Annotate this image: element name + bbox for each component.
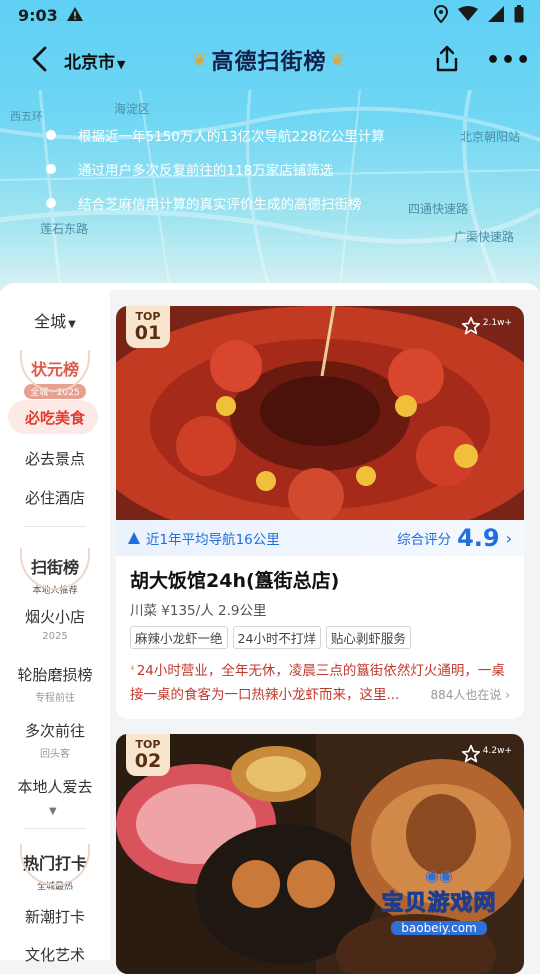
wifi-icon — [458, 6, 478, 21]
back-arrow-icon[interactable] — [26, 44, 56, 74]
expand-caret-icon[interactable]: ▼ — [49, 806, 57, 817]
favorite-button[interactable]: 4.2w+ — [461, 744, 512, 764]
ranking-description-list: 根据近一年5150万人的13亿次导航228亿公里计算 通过用户多次反复前往的11… — [46, 118, 385, 220]
status-bar: 9:03 — [0, 0, 540, 34]
laurel-left-icon: ❦ — [192, 49, 208, 71]
caret-down-icon: ▼ — [117, 58, 126, 71]
navigation-arrow-icon — [128, 532, 140, 544]
section-badge-zhuangyuan: 状元榜 全城 · 2025 — [14, 350, 96, 399]
sidebar-item-trendy[interactable]: 新潮打卡 — [0, 906, 110, 927]
rank-badge: TOP 01 — [126, 306, 170, 348]
map-label: 西五环 — [10, 110, 43, 123]
ranking-list: TOP 01 2.1w+ 近1年平均导航16公里 综合评分 4.9 › 胡大饭馆24… — [110, 290, 540, 974]
status-time: 9:03 — [18, 6, 58, 25]
city-label: 北京市 — [64, 53, 115, 73]
metric-row: 近1年平均导航16公里 综合评分 4.9 › — [116, 520, 524, 556]
shop-card[interactable]: TOP 01 2.1w+ 近1年平均导航16公里 综合评分 4.9 › 胡大饭馆24… — [116, 306, 524, 719]
map-label: 北京朝阳站 — [460, 130, 521, 144]
bullet-dot-icon — [46, 130, 56, 140]
wreath-icon — [20, 844, 90, 886]
map-label: 广渠快速路 — [454, 230, 515, 244]
section-badge-hot: 热门打卡 全城最热 — [14, 844, 96, 893]
sidebar-item-repeat-visits[interactable]: 多次前往 回头客 — [0, 720, 110, 760]
tag-list: 麻辣小龙虾一绝 24小时不打烊 贴心剥虾服务 — [116, 619, 524, 649]
map-label: 海淀区 — [114, 102, 151, 116]
rank-badge: TOP 02 — [126, 734, 170, 776]
chevron-right-icon: › — [505, 528, 512, 548]
sidebar-item-culture-art[interactable]: 文化艺术 — [0, 944, 110, 965]
more-options-icon[interactable]: ••• — [486, 48, 531, 73]
sidebar-item-tire-wear[interactable]: 轮胎磨损榜 专程前往 — [0, 664, 110, 704]
scope-selector[interactable]: 全城 ▼ — [0, 308, 110, 332]
share-icon[interactable] — [432, 44, 462, 74]
bullet-dot-icon — [46, 198, 56, 208]
tag: 麻辣小龙虾一绝 — [130, 626, 228, 649]
category-sidebar: 全城 ▼ 状元榜 全城 · 2025 必吃美食 必去景点 必住酒店 扫街榜 本地人… — [0, 290, 110, 964]
divider — [24, 526, 86, 527]
review-snippet[interactable]: ❛ 24小时营业，全年无休，凌晨三点的簋街依然灯火通明，一桌接一桌的食客为一口热辣… — [130, 659, 510, 707]
description-item: 通过用户多次反复前往的118万家店铺筛选 — [46, 152, 385, 186]
divider — [24, 828, 86, 829]
laurel-right-icon: ❦ — [330, 49, 346, 71]
tag: 贴心剥虾服务 — [325, 626, 411, 649]
page-title: 高德扫街榜 — [211, 50, 327, 75]
review-count-link[interactable]: 884人也在说 › — [424, 683, 510, 707]
sidebar-item-must-stay[interactable]: 必住酒店 — [0, 487, 110, 508]
navigation-stat: 近1年平均导航16公里 — [128, 528, 280, 548]
section-badge-saojie: 扫街榜 本地人推荐 — [14, 548, 96, 597]
sidebar-item-yanhuo[interactable]: 烟火小店 2025 — [0, 606, 110, 642]
shop-name[interactable]: 胡大饭馆24h(簋街总店) — [116, 556, 524, 593]
tag: 24小时不打烊 — [232, 626, 321, 649]
shop-meta: 川菜 ¥135/人 2.9公里 — [130, 603, 267, 619]
sidebar-item-must-eat[interactable]: 必吃美食 — [0, 407, 110, 428]
caret-down-icon: ▼ — [68, 319, 76, 330]
gamepad-icon: ◉◉ — [425, 866, 453, 885]
overall-score[interactable]: 综合评分 4.9 › — [397, 524, 512, 552]
battery-icon — [514, 5, 524, 23]
star-icon — [461, 744, 480, 763]
signal-icon — [488, 6, 504, 22]
city-selector[interactable]: 北京市 ▼ — [64, 48, 125, 73]
favorite-button[interactable]: 2.1w+ — [461, 316, 512, 336]
top-bar: 北京市 ▼ ❦ 高德扫街榜 ❦ ••• — [0, 38, 540, 84]
warning-icon — [66, 6, 84, 26]
bullet-dot-icon — [46, 164, 56, 174]
crayfish-dish-image — [116, 306, 524, 520]
star-icon — [461, 316, 480, 335]
map-label: 四通快速路 — [408, 202, 469, 216]
description-item: 根据近一年5150万人的13亿次导航228亿公里计算 — [46, 118, 385, 152]
sidebar-item-locals-love[interactable]: 本地人爱去 — [0, 776, 110, 797]
brand-title: ❦ 高德扫街榜 ❦ — [186, 42, 352, 78]
map-label: 莲石东路 — [40, 222, 89, 236]
description-item: 结合芝麻信用计算的真实评价生成的高德扫街榜 — [46, 186, 385, 220]
location-icon — [434, 5, 448, 23]
shop-photo: TOP 01 2.1w+ — [116, 306, 524, 520]
sidebar-item-must-visit[interactable]: 必去景点 — [0, 448, 110, 469]
header-banner: 海淀区 北京朝阳站 西五环 莲石东路 广渠快速路 四通快速路 9:03 北京市 ▼… — [0, 0, 540, 290]
watermark-logo: ◉◉ 宝贝游戏网 baobeiy.com — [364, 866, 514, 942]
quote-icon: ❛ — [130, 663, 135, 679]
